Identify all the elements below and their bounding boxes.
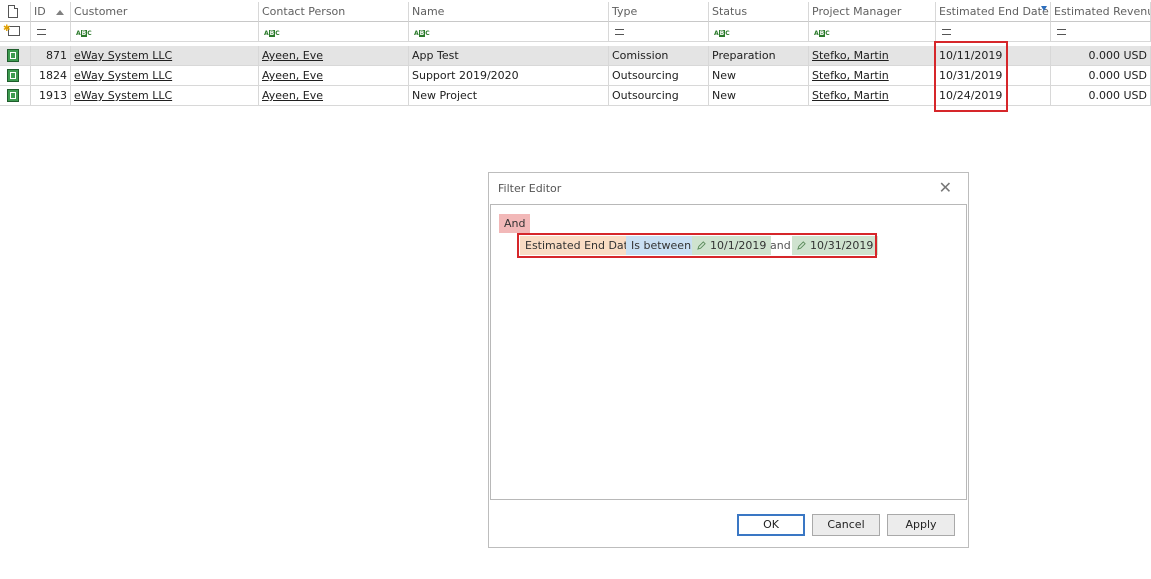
dialog-title: Filter Editor <box>498 182 562 195</box>
contact-person-link[interactable]: Ayeen, Eve <box>262 89 323 102</box>
cell-id[interactable]: 1824 <box>31 66 71 86</box>
row-indicator[interactable] <box>0 86 31 106</box>
column-header-status[interactable]: Status <box>709 2 809 22</box>
column-header-project-manager[interactable]: Project Manager <box>809 2 936 22</box>
abc-icon: ABC <box>714 30 730 37</box>
row-indicator[interactable] <box>0 46 31 66</box>
equals-icon <box>615 29 624 35</box>
column-header-customer[interactable]: Customer <box>71 2 259 22</box>
equals-icon <box>1057 29 1066 35</box>
equals-icon <box>37 29 46 35</box>
column-header-type[interactable]: Type <box>609 2 709 22</box>
project-manager-link[interactable]: Stefko, Martin <box>812 89 889 102</box>
cell-project-manager[interactable]: Stefko, Martin <box>809 46 936 66</box>
contact-person-link[interactable]: Ayeen, Eve <box>262 49 323 62</box>
customer-link[interactable]: eWay System LLC <box>74 89 172 102</box>
cell-project-manager[interactable]: Stefko, Martin <box>809 66 936 86</box>
column-header-contact-person[interactable]: Contact Person <box>259 2 409 22</box>
cell-customer[interactable]: eWay System LLC <box>71 46 259 66</box>
equals-icon <box>942 29 951 35</box>
project-manager-link[interactable]: Stefko, Martin <box>812 69 889 82</box>
autofilter-project-manager[interactable]: ABC <box>809 22 936 42</box>
abc-icon: ABC <box>264 30 280 37</box>
cell-customer[interactable]: eWay System LLC <box>71 86 259 106</box>
filter-editor-dialog: Filter Editor ✕ And Estimated End Date I… <box>488 172 969 548</box>
cell-id[interactable]: 1913 <box>31 86 71 106</box>
filter-active-icon <box>1041 6 1047 11</box>
autofilter-name[interactable]: ABC <box>409 22 609 42</box>
column-header-id[interactable]: ID <box>31 2 71 22</box>
autofilter-type[interactable] <box>609 22 709 42</box>
cell-status[interactable]: Preparation <box>709 46 809 66</box>
cell-estimated-revenue[interactable]: 0.000 USD <box>1051 66 1151 86</box>
column-header-name[interactable]: Name <box>409 2 609 22</box>
autofilter-new-row[interactable] <box>0 22 31 42</box>
project-manager-link[interactable]: Stefko, Martin <box>812 49 889 62</box>
cell-type[interactable]: Outsourcing <box>609 86 709 106</box>
grid-header-row: ID Customer Contact Person Name Type Sta… <box>0 2 1151 22</box>
cell-name[interactable]: Support 2019/2020 <box>409 66 609 86</box>
cell-name[interactable]: New Project <box>409 86 609 106</box>
row-indicator[interactable] <box>0 66 31 86</box>
apply-button[interactable]: Apply <box>887 514 955 536</box>
grid-autofilter-row: ABC ABC ABC ABC ABC <box>0 22 1151 42</box>
record-icon <box>7 89 19 102</box>
filter-tree-panel[interactable]: And Estimated End Date Is between 10/1/2… <box>490 204 967 500</box>
autofilter-id[interactable] <box>31 22 71 42</box>
customer-link[interactable]: eWay System LLC <box>74 49 172 62</box>
cell-estimated-revenue[interactable]: 0.000 USD <box>1051 46 1151 66</box>
cell-customer[interactable]: eWay System LLC <box>71 66 259 86</box>
abc-icon: ABC <box>414 30 430 37</box>
cell-status[interactable]: New <box>709 86 809 106</box>
cell-contact-person[interactable]: Ayeen, Eve <box>259 66 409 86</box>
abc-icon: ABC <box>76 30 92 37</box>
column-header-estimated-end-date[interactable]: Estimated End Date <box>936 2 1051 22</box>
record-icon <box>7 49 19 62</box>
cell-type[interactable]: Comission <box>609 46 709 66</box>
cell-project-manager[interactable]: Stefko, Martin <box>809 86 936 106</box>
cell-id[interactable]: 871 <box>31 46 71 66</box>
close-icon[interactable]: ✕ <box>939 178 952 198</box>
autofilter-contact-person[interactable]: ABC <box>259 22 409 42</box>
cancel-button[interactable]: Cancel <box>812 514 880 536</box>
autofilter-estimated-revenue[interactable] <box>1051 22 1151 42</box>
cell-type[interactable]: Outsourcing <box>609 66 709 86</box>
autofilter-estimated-end-date[interactable] <box>936 22 1051 42</box>
autofilter-status[interactable]: ABC <box>709 22 809 42</box>
cell-estimated-revenue[interactable]: 0.000 USD <box>1051 86 1151 106</box>
cell-contact-person[interactable]: Ayeen, Eve <box>259 46 409 66</box>
cell-status[interactable]: New <box>709 66 809 86</box>
header-row-selector[interactable] <box>0 2 31 22</box>
new-row-icon <box>3 22 20 39</box>
autofilter-customer[interactable]: ABC <box>71 22 259 42</box>
column-header-estimated-revenue[interactable]: Estimated Revenue <box>1051 2 1151 22</box>
customer-link[interactable]: eWay System LLC <box>74 69 172 82</box>
abc-icon: ABC <box>814 30 830 37</box>
end-date-highlight <box>934 41 1008 112</box>
cell-name[interactable]: App Test <box>409 46 609 66</box>
condition-highlight <box>517 233 877 258</box>
document-icon <box>8 5 18 18</box>
ok-button[interactable]: OK <box>737 514 805 536</box>
sort-ascending-icon <box>56 10 64 15</box>
group-operator-token[interactable]: And <box>499 214 531 233</box>
record-icon <box>7 69 19 82</box>
contact-person-link[interactable]: Ayeen, Eve <box>262 69 323 82</box>
cell-contact-person[interactable]: Ayeen, Eve <box>259 86 409 106</box>
